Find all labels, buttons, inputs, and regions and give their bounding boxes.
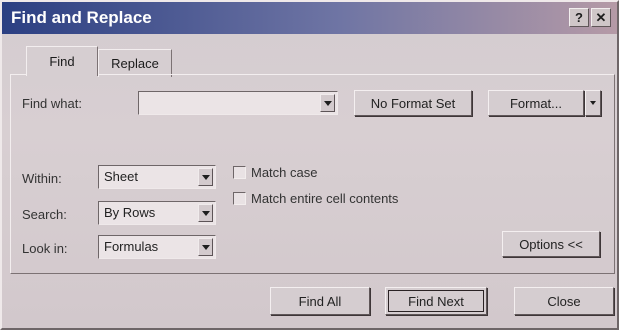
find-what-label: Find what: [22,96,82,111]
search-value: By Rows [104,205,156,220]
look-in-dropdown[interactable] [198,238,213,256]
within-select[interactable]: Sheet [98,165,216,189]
find-what-dropdown[interactable] [320,94,335,112]
options-button[interactable]: Options << [502,231,600,257]
find-all-button[interactable]: Find All [270,287,370,315]
tab-replace[interactable]: Replace [98,49,172,77]
options-button-label: Options << [519,236,583,252]
within-value: Sheet [104,169,138,184]
chevron-down-icon [323,100,332,106]
match-case-checkbox[interactable] [233,166,246,179]
chevron-down-icon [201,174,210,180]
match-case-label: Match case [251,165,318,180]
help-button[interactable]: ? [569,8,589,27]
window-title: Find and Replace [11,8,152,27]
find-all-label: Find All [298,293,342,309]
help-icon: ? [575,10,583,25]
search-dropdown[interactable] [198,204,213,222]
format-status-label: No Format Set [370,95,456,111]
close-icon: ✕ [595,9,607,25]
window-close-button[interactable]: ✕ [591,8,611,27]
chevron-down-icon [201,244,210,250]
search-select[interactable]: By Rows [98,201,216,225]
match-entire-cell-checkbox[interactable] [233,192,246,205]
format-button-label: Format... [509,95,562,111]
find-next-label: Find Next [408,293,464,309]
format-dropdown-button[interactable] [585,90,601,116]
close-button[interactable]: Close [514,287,614,315]
within-dropdown[interactable] [198,168,213,186]
within-label: Within: [22,171,62,186]
find-what-input[interactable] [138,91,338,115]
chevron-down-icon [590,101,596,105]
find-next-button[interactable]: Find Next [385,287,487,315]
tab-find[interactable]: Find [26,46,98,76]
find-replace-dialog: Find and Replace ? ✕ Find Replace Find w… [0,0,619,330]
look-in-value: Formulas [104,239,159,254]
title-bar[interactable]: Find and Replace ? ✕ [2,2,617,34]
look-in-label: Look in: [22,241,68,256]
tab-find-label: Find [49,54,75,69]
match-entire-cell-label: Match entire cell contents [251,191,399,206]
search-label: Search: [22,207,67,222]
tab-replace-label: Replace [111,56,159,71]
close-button-label: Close [547,293,581,309]
look-in-select[interactable]: Formulas [98,235,216,259]
chevron-down-icon [201,210,210,216]
format-button[interactable]: Format... [488,90,584,116]
format-status-button[interactable]: No Format Set [354,90,472,116]
